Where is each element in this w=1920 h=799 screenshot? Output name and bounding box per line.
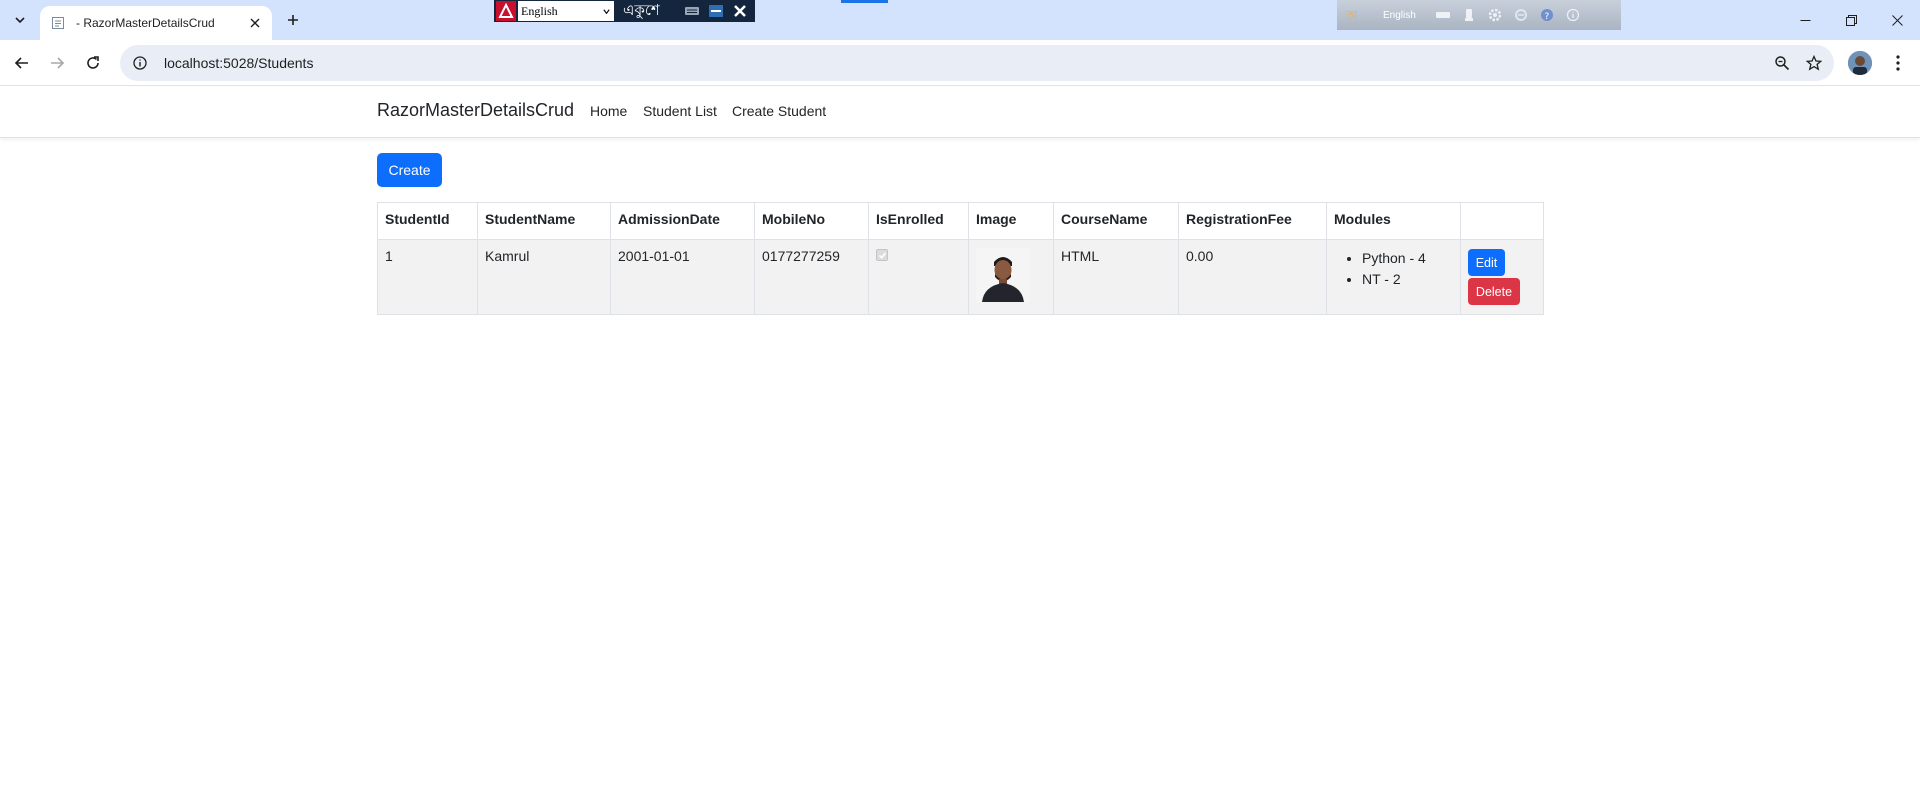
tab-close-icon[interactable] bbox=[246, 14, 264, 32]
cell-is-enrolled bbox=[868, 239, 969, 315]
table-header-row: StudentId StudentName AdmissionDate Mobi… bbox=[377, 202, 1544, 240]
arrow-left-icon bbox=[14, 57, 28, 69]
cell-modules: Python - 4 NT - 2 bbox=[1326, 239, 1461, 315]
language-indicator[interactable]: English bbox=[1383, 10, 1416, 21]
address-bar[interactable]: localhost:5028/Students bbox=[120, 45, 1834, 81]
list-item: NT - 2 bbox=[1362, 269, 1453, 290]
minimize-toolbar-icon[interactable] bbox=[707, 3, 725, 19]
profile-avatar[interactable] bbox=[1848, 51, 1872, 75]
tools-icon[interactable] bbox=[1460, 6, 1478, 24]
arrow-right-icon bbox=[51, 57, 65, 69]
windows-language-bar: অ English ? bbox=[1337, 0, 1621, 30]
cell-student-name: Kamrul bbox=[477, 239, 611, 315]
keyboard-icon[interactable] bbox=[1434, 6, 1452, 24]
nav-link-home[interactable]: Home bbox=[590, 103, 627, 119]
column-header-student-id: StudentId bbox=[377, 202, 478, 240]
nav-link-create-student[interactable]: Create Student bbox=[732, 103, 826, 119]
bookmark-star-icon[interactable] bbox=[1802, 51, 1826, 75]
column-header-student-name: StudentName bbox=[477, 202, 611, 240]
delete-button[interactable]: Delete bbox=[1468, 278, 1520, 305]
browser-toolbar: localhost:5028/Students bbox=[0, 40, 1920, 86]
window-controls bbox=[1782, 0, 1920, 40]
cell-image bbox=[968, 239, 1054, 315]
tab-highlight-strip bbox=[841, 0, 888, 3]
students-table: StudentId StudentName AdmissionDate Mobi… bbox=[377, 202, 1544, 315]
column-header-registration-fee: RegistrationFee bbox=[1178, 202, 1327, 240]
forward-button[interactable] bbox=[45, 51, 69, 75]
nav-link-student-list[interactable]: Student List bbox=[643, 103, 717, 119]
keyboard-icon[interactable] bbox=[683, 3, 701, 19]
close-window-button[interactable] bbox=[1874, 0, 1920, 40]
ime-language-value: English bbox=[521, 3, 558, 18]
table-row: 1 Kamrul 2001-01-01 0177277259 HTML 0.00… bbox=[377, 239, 1544, 315]
ime-logo-icon[interactable] bbox=[496, 1, 516, 21]
cell-actions: Edit Delete bbox=[1460, 239, 1544, 315]
gear-icon[interactable] bbox=[1486, 6, 1504, 24]
page-favicon-icon bbox=[50, 15, 66, 31]
new-tab-button[interactable] bbox=[281, 8, 305, 32]
checkmark-icon bbox=[878, 251, 886, 259]
app-brand[interactable]: RazorMasterDetailsCrud bbox=[377, 100, 574, 121]
chevron-down-icon bbox=[603, 8, 610, 14]
svg-text:অ: অ bbox=[1345, 9, 1358, 23]
browser-menu-button[interactable] bbox=[1886, 51, 1910, 75]
minimize-icon bbox=[1800, 19, 1810, 21]
svg-text:?: ? bbox=[1544, 12, 1549, 22]
cell-registration-fee: 0.00 bbox=[1178, 239, 1327, 315]
app-navbar: RazorMasterDetailsCrud Home Student List… bbox=[0, 87, 1920, 138]
column-header-is-enrolled: IsEnrolled bbox=[868, 202, 969, 240]
tab-title: - RazorMasterDetailsCrud bbox=[76, 16, 215, 30]
column-header-actions bbox=[1460, 202, 1544, 240]
edit-button[interactable]: Edit bbox=[1468, 249, 1505, 276]
column-header-image: Image bbox=[968, 202, 1054, 240]
column-header-admission-date: AdmissionDate bbox=[610, 202, 755, 240]
more-vertical-icon bbox=[1896, 55, 1900, 71]
back-button[interactable] bbox=[10, 51, 34, 75]
browser-e-icon[interactable] bbox=[1512, 6, 1530, 24]
url-text[interactable]: localhost:5028/Students bbox=[164, 55, 1770, 71]
zoom-icon[interactable] bbox=[1770, 51, 1794, 75]
column-header-course-name: CourseName bbox=[1053, 202, 1179, 240]
reload-icon bbox=[87, 56, 99, 69]
student-photo bbox=[976, 248, 1030, 302]
help-icon[interactable]: ? bbox=[1538, 6, 1556, 24]
ime-bengali-label[interactable]: একুশে bbox=[623, 0, 677, 24]
column-header-modules: Modules bbox=[1326, 202, 1461, 240]
browser-tab-active[interactable]: - RazorMasterDetailsCrud bbox=[40, 6, 272, 40]
create-button[interactable]: Create bbox=[377, 153, 442, 187]
restore-window-button[interactable] bbox=[1828, 0, 1874, 40]
close-toolbar-icon[interactable] bbox=[731, 3, 749, 19]
cell-admission-date: 2001-01-01 bbox=[610, 239, 755, 315]
cell-course-name: HTML bbox=[1053, 239, 1179, 315]
browser-tabstrip: - RazorMasterDetailsCrud English একুশে অ bbox=[0, 0, 1920, 40]
close-icon bbox=[1891, 14, 1903, 26]
reload-button[interactable] bbox=[81, 51, 105, 75]
ime-toolbar: English একুশে bbox=[494, 0, 755, 22]
column-header-mobile-no: MobileNo bbox=[754, 202, 869, 240]
tab-search-button[interactable] bbox=[8, 8, 32, 32]
ime-language-select[interactable]: English bbox=[518, 1, 614, 21]
restore-icon bbox=[1845, 14, 1857, 26]
chevron-down-icon bbox=[15, 17, 25, 24]
modules-list: Python - 4 NT - 2 bbox=[1334, 248, 1453, 290]
list-item: Python - 4 bbox=[1362, 248, 1453, 269]
cell-student-id: 1 bbox=[377, 239, 478, 315]
input-method-icon[interactable]: অ bbox=[1343, 6, 1361, 24]
enrolled-checkbox bbox=[876, 249, 888, 261]
minimize-window-button[interactable] bbox=[1782, 0, 1828, 40]
info-icon[interactable] bbox=[1564, 6, 1582, 24]
cell-mobile-no: 0177277259 bbox=[754, 239, 869, 315]
site-info-icon[interactable] bbox=[130, 53, 150, 73]
plus-icon bbox=[288, 15, 298, 25]
